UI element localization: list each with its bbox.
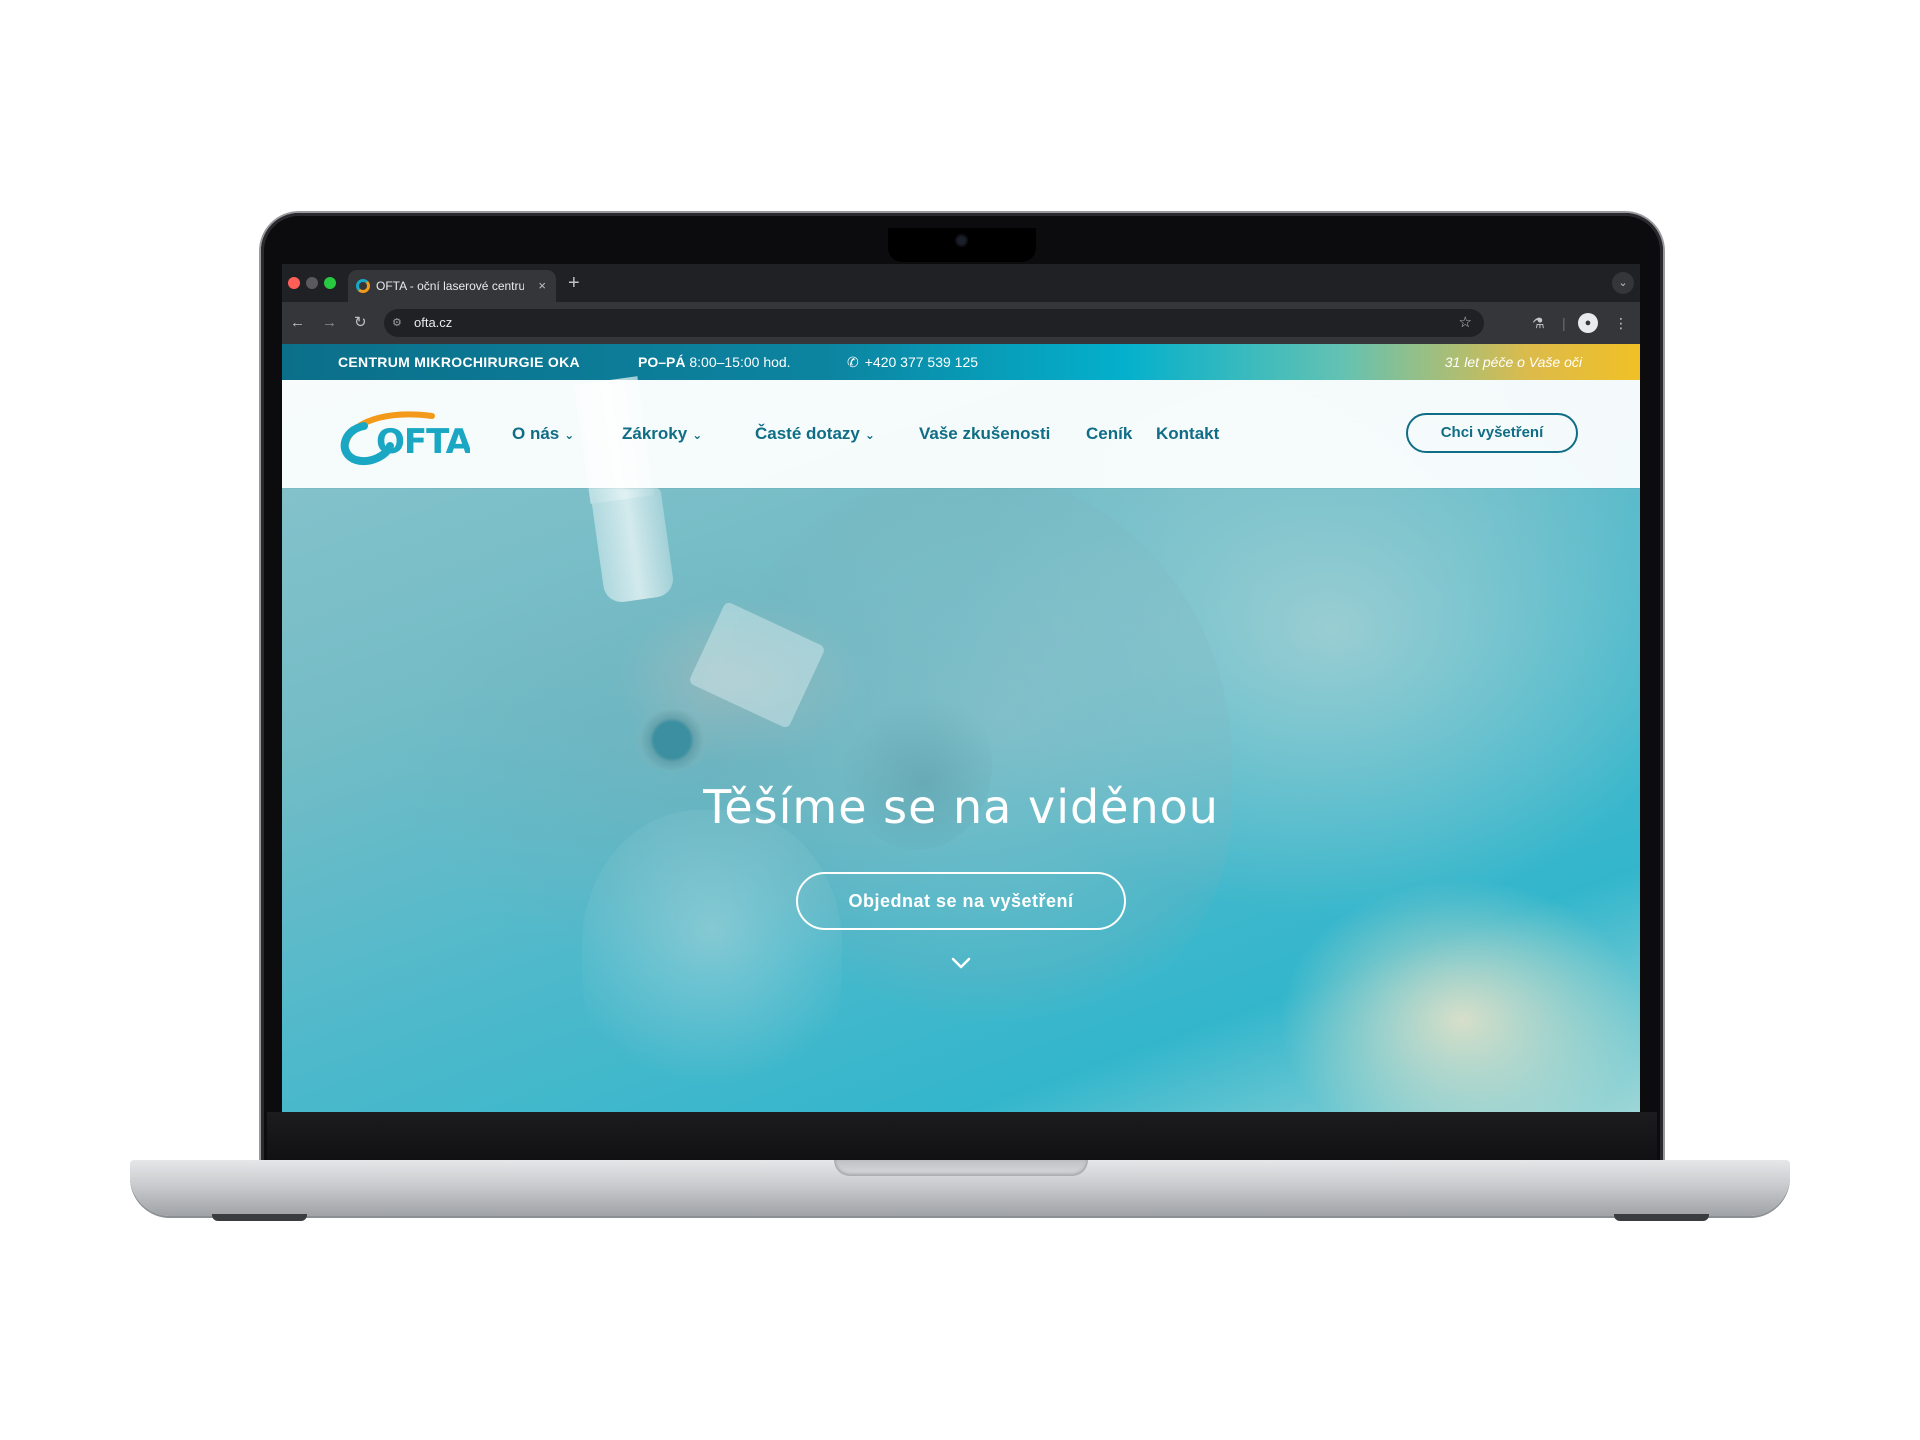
- browser-toolbar: ← → ↻ ⚙ ofta.cz ☆ ⚗ | ● ⋮: [282, 302, 1640, 344]
- site-header: OFTA O nás ⌄ Zákroky ⌄ Časté dotazy ⌄ Vaše …: [282, 380, 1640, 488]
- center-name: CENTRUM MIKROCHIRURGIE OKA: [338, 354, 580, 370]
- camera-icon: [957, 236, 966, 245]
- site-settings-icon[interactable]: ⚙: [392, 315, 402, 331]
- laptop-screen: OFTA - oční laserové centrum × + ⌄ ← → ↻…: [282, 264, 1640, 1112]
- info-topbar: CENTRUM MIKROCHIRURGIE OKA PO–PÁ 8:00–15…: [282, 344, 1640, 380]
- window-close-button[interactable]: [288, 277, 300, 289]
- address-bar[interactable]: ⚙ ofta.cz ☆: [384, 309, 1484, 337]
- nav-label: O nás: [512, 424, 560, 443]
- tab-close-icon[interactable]: ×: [538, 270, 546, 302]
- website-viewport: CENTRUM MIKROCHIRURGIE OKA PO–PÁ 8:00–15…: [282, 344, 1640, 1112]
- address-bar-url[interactable]: ofta.cz: [414, 309, 452, 337]
- opening-time: 8:00–15:00 hod.: [685, 354, 791, 370]
- nav-item-cenik[interactable]: Ceník: [1086, 380, 1132, 488]
- toolbar-divider: |: [1562, 315, 1566, 331]
- hero-title: Těšíme se na viděnou: [703, 780, 1219, 834]
- nav-item-zakroky[interactable]: Zákroky ⌄: [622, 380, 702, 489]
- nav-label: Kontakt: [1156, 424, 1220, 443]
- back-arrow-icon[interactable]: ←: [290, 311, 305, 335]
- hand-image: [582, 810, 842, 1110]
- nav-item-vase-zkusenosti[interactable]: Vaše zkušenosti: [919, 380, 1050, 488]
- more-menu-icon[interactable]: ⋮: [1614, 311, 1628, 335]
- window-minimize-button[interactable]: [306, 277, 318, 289]
- laptop-foot-left: [212, 1214, 307, 1221]
- eye-image: [632, 710, 712, 770]
- phone-number: +420 377 539 125: [864, 354, 979, 370]
- phone-icon: ✆: [847, 354, 859, 370]
- tab-list-chevron-icon[interactable]: ⌄: [1612, 272, 1634, 294]
- eye-drop-bottle-tip-image: [590, 485, 676, 605]
- laptop-bezel-bottom: [267, 1112, 1657, 1160]
- browser-tab-title: OFTA - oční laserové centrum: [376, 279, 524, 293]
- nav-label: Vaše zkušenosti: [919, 424, 1051, 443]
- window-maximize-button[interactable]: [324, 277, 336, 289]
- slogan: 31 let péče o Vaše oči: [1444, 354, 1582, 370]
- nav-item-kontakt[interactable]: Kontakt: [1156, 380, 1219, 488]
- bookmark-star-icon[interactable]: ☆: [1459, 309, 1472, 337]
- camera-notch: [888, 228, 1036, 262]
- chevron-down-icon: ⌄: [864, 428, 875, 442]
- reload-icon[interactable]: ↻: [354, 311, 367, 335]
- laptop-opening-notch: [834, 1160, 1088, 1176]
- phone-link[interactable]: ✆ +420 377 539 125: [847, 344, 978, 380]
- nav-label: Ceník: [1086, 424, 1133, 443]
- chevron-down-icon: ⌄: [564, 428, 575, 442]
- book-appointment-button[interactable]: Objednat se na vyšetření: [796, 872, 1126, 930]
- browser-tab[interactable]: OFTA - oční laserové centrum ×: [348, 270, 556, 302]
- new-tab-button[interactable]: +: [568, 268, 580, 298]
- request-exam-button[interactable]: Chci vyšetření: [1406, 413, 1578, 453]
- hero-section: Těšíme se na viděnou Objednat se na vyše…: [282, 376, 1640, 1112]
- browser-tab-strip: OFTA - oční laserové centrum × + ⌄: [282, 264, 1640, 302]
- chevron-down-icon: ⌄: [692, 428, 703, 442]
- forward-arrow-icon[interactable]: →: [322, 311, 337, 335]
- nav-label: Zákroky: [622, 424, 688, 443]
- nav-item-o-nas[interactable]: O nás ⌄: [512, 380, 574, 489]
- laptop-foot-right: [1614, 1214, 1709, 1221]
- logo-wordmark: OFTA: [376, 422, 470, 462]
- labs-flask-icon[interactable]: ⚗: [1532, 311, 1545, 335]
- nav-item-caste-dotazy[interactable]: Časté dotazy ⌄: [755, 380, 875, 489]
- opening-hours: PO–PÁ 8:00–15:00 hod.: [638, 344, 791, 380]
- opening-days: PO–PÁ: [638, 354, 686, 370]
- ofta-favicon-icon: [356, 279, 370, 293]
- nav-label: Časté dotazy: [755, 424, 860, 443]
- profile-icon[interactable]: ●: [1578, 313, 1598, 333]
- scroll-down-chevron-icon[interactable]: [946, 948, 976, 978]
- ofta-logo[interactable]: OFTA: [336, 404, 470, 466]
